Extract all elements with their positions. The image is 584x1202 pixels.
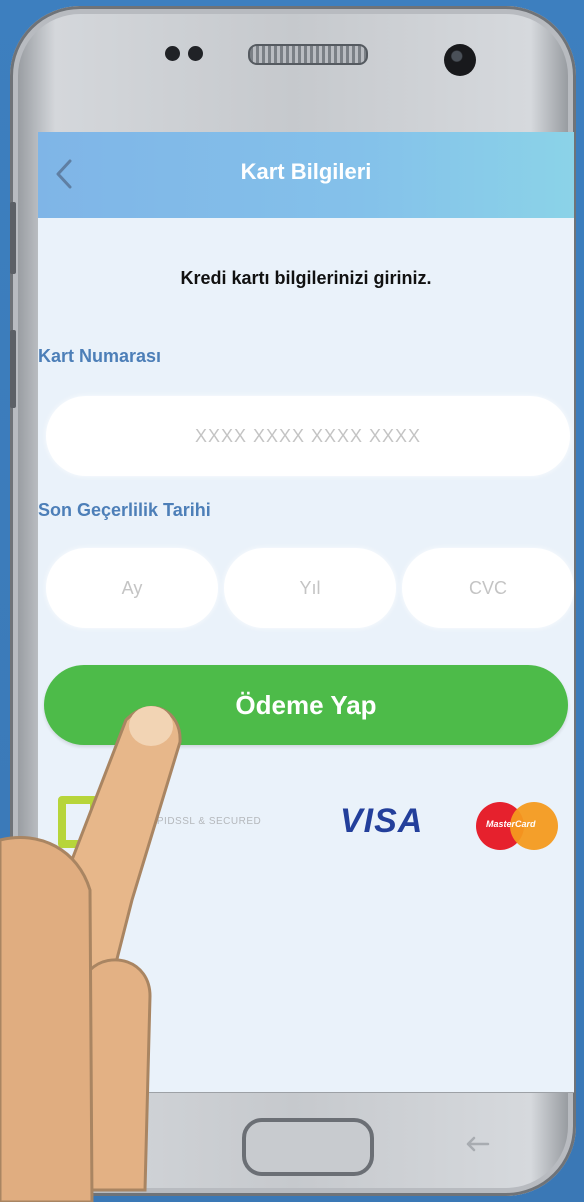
secure-badge-text: RAPIDSSL & SECURED bbox=[142, 816, 262, 827]
screenshot-stage: Kart Bilgileri Kredi kartı bilgilerinizi… bbox=[0, 0, 584, 1202]
instruction-text: Kredi kartı bilgilerinizi giriniz. bbox=[180, 268, 432, 288]
mastercard-logo: MasterCard bbox=[476, 802, 558, 850]
page-title: Kart Bilgileri bbox=[240, 159, 372, 184]
speaker-grille bbox=[248, 44, 368, 65]
cvc-input[interactable] bbox=[402, 548, 574, 628]
month-input[interactable] bbox=[46, 548, 218, 628]
app-header: Kart Bilgileri bbox=[38, 132, 574, 218]
sensor-dot bbox=[188, 46, 203, 61]
visa-logo: VISA bbox=[340, 802, 424, 840]
side-button bbox=[10, 330, 16, 408]
card-number-label: Kart Numarası bbox=[38, 346, 162, 366]
front-camera bbox=[444, 44, 476, 76]
year-input[interactable] bbox=[224, 548, 396, 628]
expiry-label: Son Geçerlilik Tarihi bbox=[38, 500, 211, 520]
home-button[interactable] bbox=[242, 1118, 374, 1176]
back-arrow-icon[interactable] bbox=[462, 1134, 496, 1154]
volume-button bbox=[10, 202, 16, 274]
pay-button[interactable]: Ödeme Yap bbox=[44, 665, 568, 745]
mastercard-wordmark: MasterCard bbox=[486, 819, 536, 829]
phone-screen: Kart Bilgileri Kredi kartı bilgilerinizi… bbox=[38, 132, 574, 1092]
secure-badge-icon bbox=[58, 796, 98, 848]
card-number-input[interactable] bbox=[46, 396, 570, 476]
sensor-dot bbox=[165, 46, 180, 61]
phone-device: Kart Bilgileri Kredi kartı bilgilerinizi… bbox=[10, 6, 576, 1196]
screen-bottom-edge bbox=[38, 1092, 574, 1093]
pay-button-label: Ödeme Yap bbox=[235, 689, 377, 720]
